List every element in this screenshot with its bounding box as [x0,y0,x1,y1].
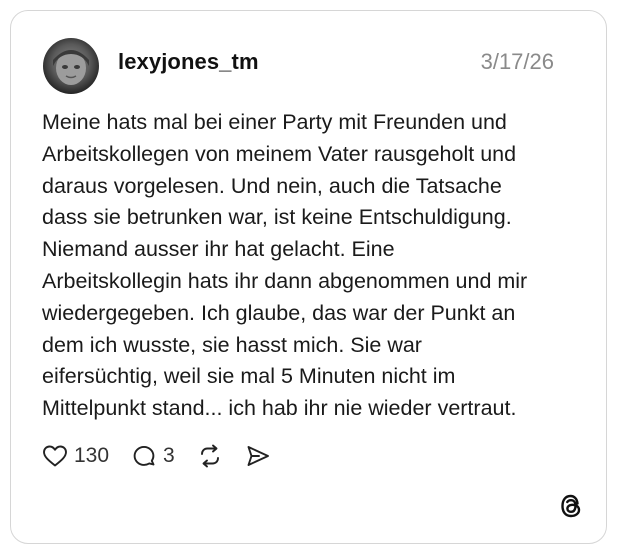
post-date: 3/17/26 [480,49,554,74]
post-card: lexyjones_tm 3/17/26 Meine hats mal bei … [10,10,607,544]
post-body: Meine hats mal bei einer Party mit Freun… [42,110,528,421]
avatar[interactable] [43,38,99,94]
share-button[interactable] [245,443,271,469]
reply-button[interactable]: 3 [131,443,175,469]
action-bar: 130 3 [42,441,293,471]
heart-icon [42,444,68,468]
like-count: 130 [74,444,110,467]
comment-bubble-icon [131,443,157,469]
repost-button[interactable] [197,443,223,469]
threads-logo-icon [557,491,585,521]
send-icon [245,443,271,469]
username[interactable]: lexyjones_tm [118,49,259,75]
reply-count: 3 [163,444,175,467]
repost-icon [197,443,223,469]
like-button[interactable]: 130 [42,444,109,468]
